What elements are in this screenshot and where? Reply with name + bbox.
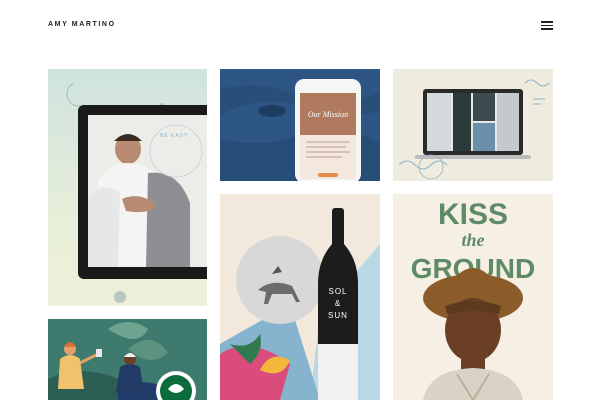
tile-artwork: SOL & SUN (220, 194, 380, 400)
tile-artwork (48, 319, 207, 400)
moon-icon (66, 82, 85, 107)
tile-artwork: KISS the GROUND (411, 198, 535, 400)
wave-doodle (398, 160, 448, 170)
headline-the: the (461, 230, 484, 250)
hamburger-icon[interactable] (541, 21, 553, 30)
bottle-line-3: SUN (328, 311, 348, 320)
tile-artwork (398, 79, 550, 180)
portfolio-tile-mission[interactable]: Our Mission (220, 69, 380, 181)
phone-title: Our Mission (308, 110, 348, 119)
horse-rider-circle (236, 236, 324, 324)
portfolio-tile-illustration[interactable] (48, 319, 207, 400)
tile-artwork: Our Mission (220, 69, 380, 181)
portfolio-tile-kiss-the-ground[interactable]: KISS the GROUND (393, 194, 553, 400)
wine-bottle (332, 208, 344, 248)
headline-kiss: KISS (438, 198, 508, 231)
site-header: AMY MARTINO (0, 0, 600, 52)
portfolio-tile-sol-sun[interactable]: SOL & SUN (220, 194, 380, 400)
site-logo[interactable]: AMY MARTINO (48, 21, 116, 28)
bottle-line-2: & (335, 299, 341, 308)
tile-artwork: BE EASY (66, 82, 207, 303)
bottle-line-1: SOL (328, 287, 347, 296)
portfolio-tile-laptop[interactable] (393, 69, 553, 181)
portfolio-tile-be-easy[interactable]: BE EASY (48, 69, 207, 306)
stamp-text: BE EASY (160, 133, 188, 139)
